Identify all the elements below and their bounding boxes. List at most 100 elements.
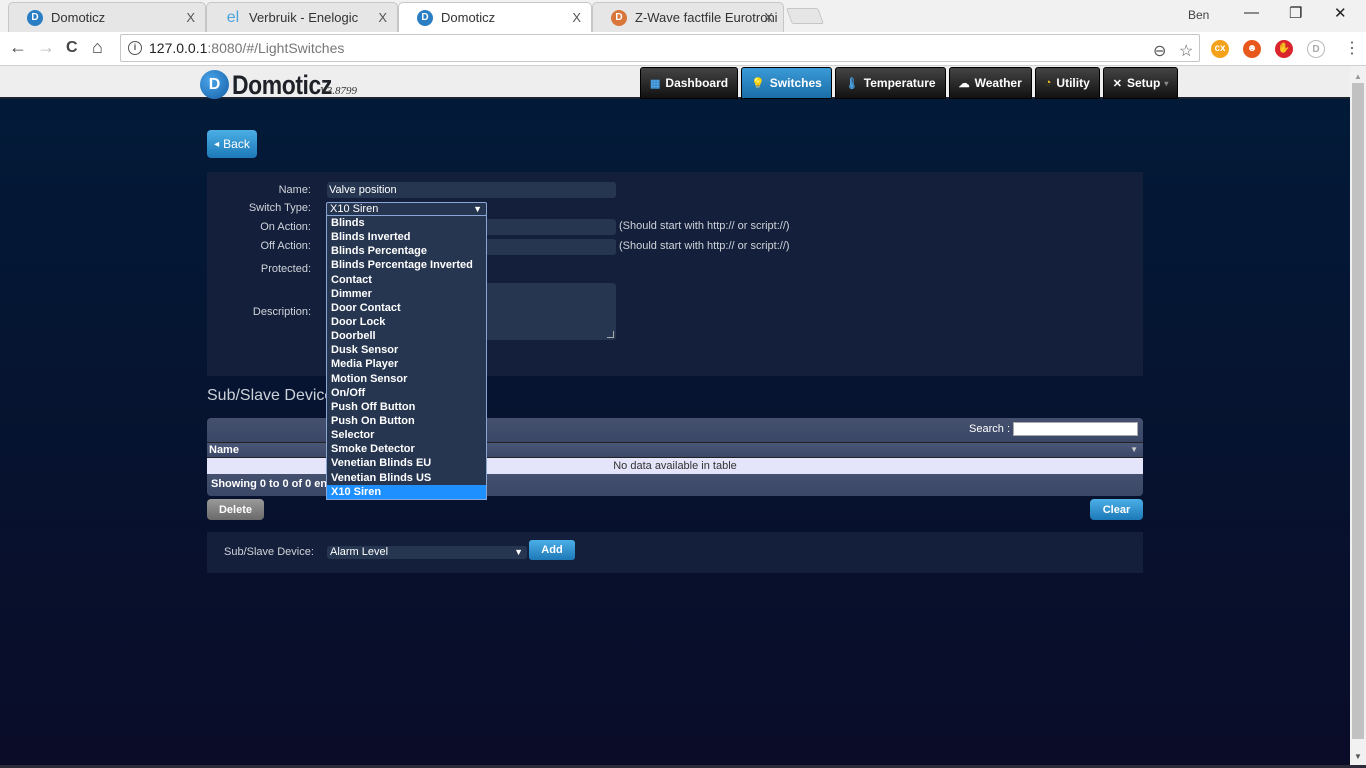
nav-temperature[interactable]: 🌡 Temperature: [834, 67, 946, 99]
browser-tabbar: D Domoticz X el Verbruik - Enelogic X D …: [0, 0, 1366, 32]
dropdown-option[interactable]: Motion Sensor: [327, 372, 486, 386]
back-arrow-icon[interactable]: ←: [9, 37, 27, 58]
ext-shield-icon[interactable]: ✋: [1275, 40, 1293, 58]
reload-icon[interactable]: C: [66, 39, 78, 57]
dropdown-option[interactable]: Blinds Percentage: [327, 244, 486, 258]
dropdown-option[interactable]: X10 Siren: [327, 484, 486, 499]
dropdown-option[interactable]: Selector: [327, 428, 486, 442]
dropdown-option[interactable]: Push On Button: [327, 414, 486, 428]
chevron-down-icon: ▾: [1164, 78, 1169, 88]
sub-device-label: Sub/Slave Device:: [224, 546, 314, 558]
tab-close-icon[interactable]: X: [572, 10, 581, 25]
profile-user-label[interactable]: Ben: [1188, 8, 1209, 22]
nav-utility[interactable]: ◔ Utility: [1034, 67, 1100, 99]
name-input[interactable]: Valve position: [327, 182, 616, 198]
dropdown-option[interactable]: Push Off Button: [327, 400, 486, 414]
address-bar[interactable]: i 127.0.0.1:8080/#/LightSwitches ⊖ ☆: [120, 34, 1200, 62]
description-label: Description:: [252, 306, 311, 318]
chevron-down-icon: ▼: [514, 547, 523, 557]
tab-close-icon[interactable]: X: [186, 10, 195, 25]
nav-label: Temperature: [863, 76, 936, 90]
dropdown-option[interactable]: Dusk Sensor: [327, 343, 486, 357]
nav-label: Weather: [974, 76, 1022, 90]
dropdown-option[interactable]: Blinds Percentage Inverted: [327, 258, 486, 272]
dropdown-option[interactable]: Door Lock: [327, 315, 486, 329]
add-button[interactable]: Add: [529, 540, 575, 560]
ext-orange-icon[interactable]: cx: [1211, 40, 1229, 58]
nav-switches[interactable]: 💡 Switches: [741, 67, 832, 99]
dropdown-option[interactable]: Blinds: [327, 216, 486, 230]
on-action-label: On Action:: [260, 221, 311, 233]
tab-title: Domoticz: [441, 10, 496, 25]
switch-type-select[interactable]: X10 Siren ▼: [326, 202, 487, 216]
close-window-icon[interactable]: ✕: [1334, 4, 1347, 22]
browser-tab-zwave[interactable]: D Z-Wave factfile Eurotroni X: [592, 2, 784, 32]
tab-title: Domoticz: [51, 10, 106, 25]
nav-label: Utility: [1056, 76, 1090, 90]
scroll-down-icon[interactable]: ▼: [1354, 752, 1362, 761]
browser-menu-icon[interactable]: ⋮: [1344, 38, 1360, 58]
dropdown-option[interactable]: On/Off: [327, 386, 486, 400]
browser-tab-domoticz-1[interactable]: D Domoticz X: [8, 2, 206, 32]
dropdown-option[interactable]: Venetian Blinds US: [327, 471, 486, 485]
tab-close-icon[interactable]: X: [764, 10, 773, 25]
nav-label: Dashboard: [665, 76, 729, 90]
delete-button[interactable]: Delete: [207, 499, 264, 520]
zwave-favicon-icon: D: [611, 9, 627, 26]
site-info-icon[interactable]: i: [128, 41, 142, 55]
dropdown-option[interactable]: Media Player: [327, 357, 486, 371]
name-label: Name:: [278, 184, 311, 196]
app-header: D Domoticz V3.8799 ▦ Dashboard 💡 Switche…: [0, 66, 1350, 99]
off-action-label: Off Action:: [260, 240, 311, 252]
browser-tab-domoticz-active[interactable]: D Domoticz X: [398, 2, 592, 32]
ext-fire-icon[interactable]: ☻: [1243, 40, 1261, 58]
page-scrollbar[interactable]: ▲ ▼: [1350, 66, 1366, 766]
ext-d-icon[interactable]: D: [1307, 40, 1325, 58]
dropdown-option[interactable]: Door Contact: [327, 301, 486, 315]
bookmark-star-icon[interactable]: ☆: [1179, 39, 1193, 65]
back-label: Back: [223, 137, 250, 151]
chevron-down-icon: ▼: [473, 204, 482, 214]
nav-setup[interactable]: ✕ Setup ▾: [1102, 67, 1179, 99]
minimize-icon[interactable]: —: [1244, 4, 1259, 21]
dropdown-option[interactable]: Blinds Inverted: [327, 230, 486, 244]
sort-icon: ▼: [1130, 445, 1138, 454]
new-tab-button[interactable]: [786, 8, 824, 24]
browser-toolbar: ← → C ⌂ i 127.0.0.1:8080/#/LightSwitches…: [0, 32, 1366, 66]
table-search-input[interactable]: [1013, 422, 1138, 436]
sub-devices-title: Sub/Slave Devices: [207, 387, 342, 404]
switch-type-dropdown: Blinds Blinds Inverted Blinds Percentage Bl…: [326, 215, 487, 500]
back-button[interactable]: ◂ Back: [207, 130, 257, 158]
tab-close-icon[interactable]: X: [378, 10, 387, 25]
dropdown-option[interactable]: Contact: [327, 273, 486, 287]
home-icon[interactable]: ⌂: [92, 37, 103, 58]
thermometer-icon: 🌡: [844, 77, 859, 90]
page-viewport: D Domoticz V3.8799 ▦ Dashboard 💡 Switche…: [0, 66, 1350, 766]
dropdown-option[interactable]: Venetian Blinds EU: [327, 456, 486, 470]
forward-arrow-icon[interactable]: →: [37, 37, 55, 58]
tab-title: Z-Wave factfile Eurotroni: [635, 10, 778, 25]
add-sub-device-panel: Sub/Slave Device: Alarm Level ▼ Add: [207, 532, 1143, 573]
domoticz-favicon-icon: D: [27, 9, 43, 26]
switch-type-selected: X10 Siren: [330, 203, 379, 215]
scrollbar-thumb[interactable]: [1352, 83, 1364, 739]
dropdown-option[interactable]: Dimmer: [327, 287, 486, 301]
caret-left-icon: ◂: [214, 138, 220, 150]
dropdown-option[interactable]: Smoke Detector: [327, 442, 486, 456]
lightbulb-icon: 💡: [751, 77, 765, 90]
switch-type-label: Switch Type:: [248, 202, 311, 214]
sub-device-select[interactable]: Alarm Level ▼: [327, 546, 527, 559]
protected-label: Protected:: [260, 263, 311, 275]
nav-dashboard[interactable]: ▦ Dashboard: [640, 67, 739, 99]
clear-button[interactable]: Clear: [1090, 499, 1143, 520]
zoom-out-icon[interactable]: ⊖: [1153, 39, 1166, 65]
browser-tab-enelogic[interactable]: el Verbruik - Enelogic X: [206, 2, 398, 32]
scroll-up-icon[interactable]: ▲: [1354, 72, 1362, 81]
domoticz-logo[interactable]: D Domoticz V3.8799: [200, 69, 357, 99]
restore-icon[interactable]: ❐: [1289, 4, 1302, 22]
off-action-hint: (Should start with http:// or script://): [619, 240, 790, 252]
utility-gauge-icon: ◔: [1044, 77, 1052, 89]
nav-weather[interactable]: ☁ Weather: [948, 67, 1032, 99]
sub-device-selected: Alarm Level: [330, 546, 389, 558]
dropdown-option[interactable]: Doorbell: [327, 329, 486, 343]
